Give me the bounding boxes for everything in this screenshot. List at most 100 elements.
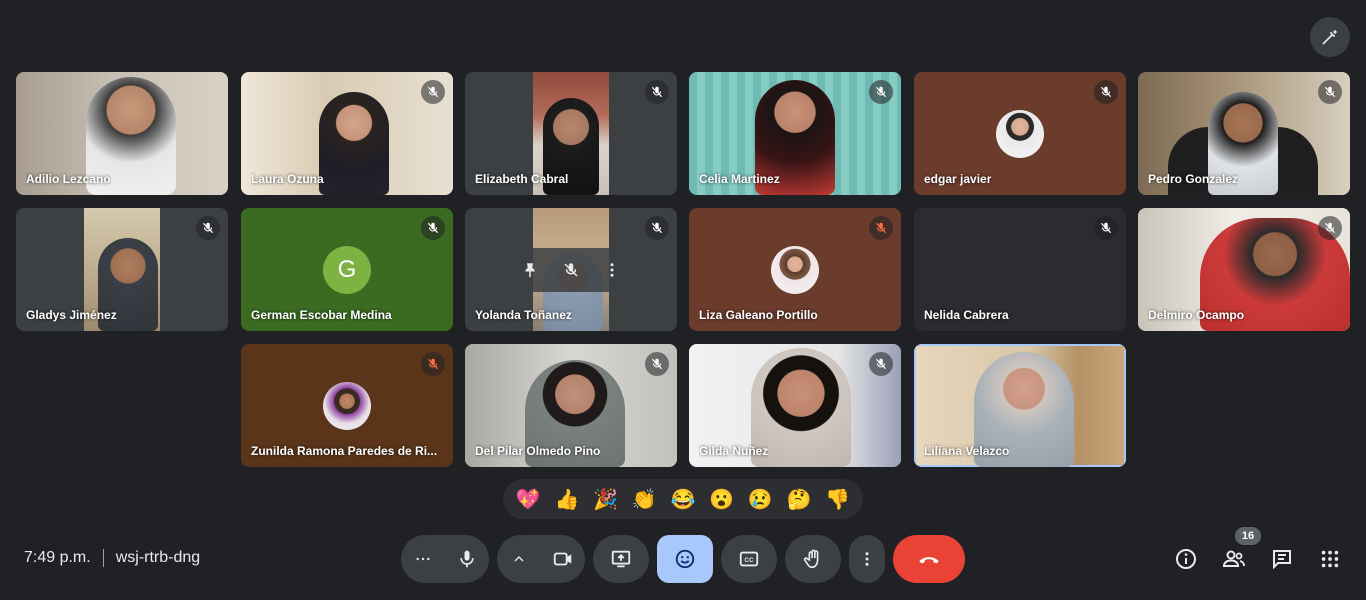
current-time: 7:49 p.m.: [24, 549, 91, 566]
mic-off-icon: [1324, 222, 1336, 234]
participant-tile[interactable]: Laura Ozuna: [241, 72, 453, 195]
reaction-party-popper[interactable]: 🎉: [590, 487, 622, 512]
microphone-button[interactable]: [445, 549, 489, 569]
mic-off-indicator: [645, 80, 669, 104]
mic-off-icon: [1100, 222, 1112, 234]
pin-icon[interactable]: [521, 261, 539, 279]
svg-text:CC: CC: [744, 557, 754, 564]
participant-name: Laura Ozuna: [251, 172, 324, 186]
participant-name: Pedro Gonzalez: [1148, 172, 1239, 186]
camera-button[interactable]: [541, 548, 585, 570]
reactions-button[interactable]: [657, 535, 713, 583]
participant-tile[interactable]: Nelida Cabrera: [914, 208, 1126, 331]
participant-name: Liza Galeano Portillo: [699, 308, 818, 322]
closed-captions-icon: CC: [739, 551, 759, 567]
people-button[interactable]: [1220, 545, 1248, 573]
camera-control-group: [497, 535, 585, 583]
mic-off-icon: [1100, 86, 1112, 98]
divider: [102, 549, 104, 567]
more-options-icon[interactable]: [603, 261, 621, 279]
present-screen-button[interactable]: [593, 535, 649, 583]
mic-control-group: [401, 535, 489, 583]
participant-name: Elizabeth Cabral: [475, 172, 569, 186]
mic-off-indicator: [421, 80, 445, 104]
chat-button[interactable]: [1268, 545, 1296, 573]
magic-pen-icon: [1322, 29, 1338, 45]
emoji-smile-icon: [675, 549, 695, 569]
participant-tile[interactable]: Pedro Gonzalez: [1138, 72, 1350, 195]
people-icon: [1222, 550, 1245, 567]
more-options-button[interactable]: [849, 535, 885, 583]
reaction-sad[interactable]: 😢: [744, 487, 776, 512]
mic-off-icon: [202, 222, 214, 234]
participant-name: Adilio Lezcano: [26, 172, 111, 186]
person-silhouette: [319, 92, 389, 195]
reaction-laughing[interactable]: 😂: [667, 487, 699, 512]
participant-tile[interactable]: Gilda Nuñez: [689, 344, 901, 467]
mic-off-icon: [651, 358, 663, 370]
participant-tile[interactable]: Elizabeth Cabral: [465, 72, 677, 195]
mic-off-indicator: [869, 80, 893, 104]
activities-button[interactable]: [1316, 545, 1344, 573]
video-options-button[interactable]: [497, 551, 541, 567]
reaction-thinking[interactable]: 🤔: [783, 487, 815, 512]
participant-tile[interactable]: edgar javier: [914, 72, 1126, 195]
mic-off-indicator: [1318, 80, 1342, 104]
reaction-surprised[interactable]: 😮: [706, 487, 738, 512]
captions-button[interactable]: CC: [721, 535, 777, 583]
raise-hand-button[interactable]: [785, 535, 841, 583]
more-vertical-icon: [865, 552, 869, 566]
apps-grid-icon: [1321, 550, 1339, 568]
mic-off-icon: [875, 222, 887, 234]
mute-participant-icon[interactable]: [562, 261, 580, 279]
participant-name: German Escobar Medina: [251, 308, 392, 322]
participant-tile[interactable]: Liza Galeano Portillo: [689, 208, 901, 331]
mic-off-icon: [427, 222, 439, 234]
participant-name: Yolanda Toñanez: [475, 308, 572, 322]
mic-off-icon: [875, 358, 887, 370]
mic-off-icon: [427, 358, 439, 370]
reaction-sparkling-heart[interactable]: 💖: [512, 487, 544, 512]
avatar: G: [323, 245, 371, 294]
more-horizontal-icon: [416, 557, 430, 561]
participant-tile[interactable]: Celia Martinez: [689, 72, 901, 195]
participant-hover-controls: [509, 248, 633, 292]
reaction-clapping[interactable]: 👏: [628, 487, 660, 512]
avatar: [771, 245, 819, 294]
participant-tile[interactable]: Del Pilar Olmedo Pino: [465, 344, 677, 467]
avatar: [323, 381, 371, 430]
participant-tile[interactable]: Gladys Jiménez: [16, 208, 228, 331]
video-camera-icon: [553, 552, 572, 566]
meeting-info: 7:49 p.m. wsj-rtrb-dng: [24, 549, 200, 567]
chevron-up-icon: [514, 556, 524, 562]
meeting-details-button[interactable]: [1172, 545, 1200, 573]
participant-tile[interactable]: G German Escobar Medina: [241, 208, 453, 331]
participant-tile-speaking[interactable]: Liliana Velazco: [914, 344, 1126, 467]
edit-effects-button[interactable]: [1310, 17, 1350, 57]
mic-off-indicator: [645, 352, 669, 376]
mic-off-indicator: [869, 352, 893, 376]
mic-off-indicator: [1094, 80, 1118, 104]
hang-up-icon: [919, 557, 939, 564]
participant-tile[interactable]: Yolanda Toñanez: [465, 208, 677, 331]
reaction-thumbs-down[interactable]: 👎: [822, 487, 854, 512]
avatar: [996, 109, 1044, 158]
participant-name: Zunilda Ramona Paredes de Ri...: [251, 444, 438, 458]
participant-count-badge: 16: [1235, 527, 1261, 545]
participant-name: Liliana Velazco: [924, 444, 1010, 458]
chat-icon: [1273, 550, 1291, 570]
mic-off-icon: [651, 222, 663, 234]
info-icon: [1176, 549, 1196, 569]
audio-options-button[interactable]: [401, 550, 445, 568]
mic-off-indicator: [196, 216, 220, 240]
leave-call-button[interactable]: [893, 535, 965, 583]
participant-tile[interactable]: Adilio Lezcano: [16, 72, 228, 195]
microphone-icon: [460, 550, 474, 568]
reaction-thumbs-up[interactable]: 👍: [551, 487, 583, 512]
mic-off-indicator: [1094, 216, 1118, 240]
meeting-code: wsj-rtrb-dng: [115, 549, 201, 566]
participant-name: Delmiro Ocampo: [1148, 308, 1245, 322]
participant-tile[interactable]: Delmiro Ocampo: [1138, 208, 1350, 331]
mic-off-indicator: [421, 216, 445, 240]
participant-tile[interactable]: Zunilda Ramona Paredes de Ri...: [241, 344, 453, 467]
